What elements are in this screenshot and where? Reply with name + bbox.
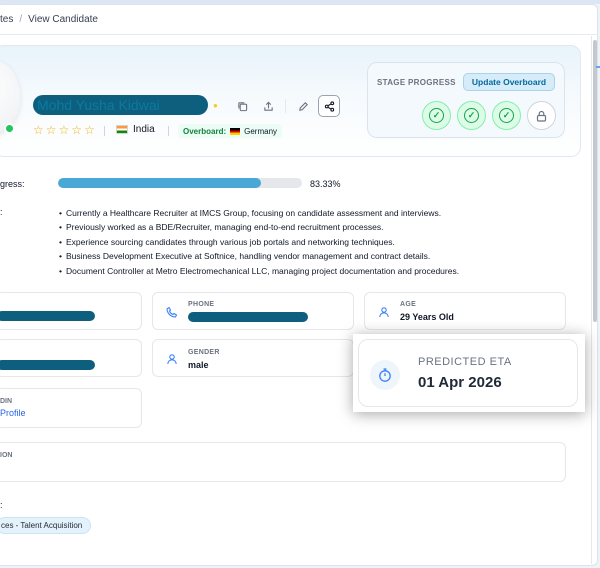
name-badge-icon: ●	[213, 101, 218, 110]
phone-label: PHONE	[188, 301, 215, 308]
person-icon	[167, 354, 177, 365]
dob-card	[0, 339, 142, 377]
breadcrumb-parent[interactable]: tes	[0, 14, 13, 25]
stage-steps: ✓ ✓ ✓	[422, 101, 556, 130]
gender-card: GENDER male	[152, 339, 354, 377]
meta-divider	[104, 126, 105, 136]
lock-icon	[536, 110, 547, 122]
profile-toolbar	[231, 95, 340, 117]
profile-progress-value: 83.33%	[310, 179, 341, 189]
summary-item: Experience sourcing candidates through v…	[59, 235, 529, 249]
stage-step-locked[interactable]	[527, 101, 556, 130]
email-card	[0, 292, 142, 330]
star-icon[interactable]: ☆	[33, 124, 44, 136]
profile-progress-label: gress:	[0, 179, 25, 189]
country-name: India	[133, 124, 155, 135]
stage-progress-card: STAGE PROGRESS Update Overboard ✓ ✓ ✓	[367, 62, 565, 138]
linkedin-label: DIN	[0, 398, 13, 405]
stage-step-completed[interactable]: ✓	[492, 101, 521, 130]
gender-label: GENDER	[188, 349, 220, 356]
phone-value-redacted	[188, 312, 308, 322]
stage-progress-label: STAGE PROGRESS	[377, 78, 456, 87]
germany-flag-icon	[230, 127, 241, 135]
linkedin-profile-link[interactable]: Profile	[0, 408, 26, 418]
stage-step-completed[interactable]: ✓	[457, 101, 486, 130]
star-icon[interactable]: ☆	[71, 124, 82, 136]
eta-label: PREDICTED ETA	[418, 356, 512, 368]
skill-tag: ces - Talent Acquisition	[0, 517, 92, 534]
check-icon: ✓	[429, 108, 444, 123]
person-icon	[379, 307, 389, 318]
share-upload-button[interactable]	[257, 95, 279, 117]
progress-fill	[58, 178, 262, 188]
check-icon: ✓	[464, 108, 479, 123]
copy-icon	[237, 101, 247, 111]
header-divider	[0, 34, 598, 35]
india-flag-icon	[116, 125, 128, 134]
overboard-badge: Overboard: Germany	[178, 124, 283, 138]
share-icon	[324, 100, 334, 112]
breadcrumb-current: View Candidate	[28, 14, 98, 25]
summary-item: Document Controller at Metro Electromech…	[59, 264, 529, 278]
location-label: ION	[0, 452, 13, 459]
phone-icon	[166, 306, 178, 318]
pencil-icon	[298, 101, 308, 111]
skills-label: :	[0, 500, 3, 510]
candidate-name: Mohd Yusha Kidwai	[33, 95, 208, 115]
upload-icon	[263, 101, 273, 111]
rail-indicator	[596, 66, 600, 68]
breadcrumb-separator: /	[19, 14, 23, 25]
summary-item: Previously worked as a BDE/Recruiter, ma…	[59, 220, 529, 234]
summary-label: :	[0, 207, 3, 217]
online-status-dot	[4, 123, 15, 134]
edit-button[interactable]	[292, 95, 314, 117]
star-icon[interactable]: ☆	[59, 124, 70, 136]
dob-value-redacted	[0, 360, 95, 370]
toolbar-divider	[285, 99, 286, 113]
update-overboard-button[interactable]: Update Overboard	[463, 73, 555, 91]
email-value-redacted	[0, 311, 95, 321]
summary-list: Currently a Healthcare Recruiter at IMCS…	[59, 206, 529, 278]
check-icon: ✓	[499, 108, 514, 123]
profile-progress-bar	[58, 178, 302, 188]
phone-card: PHONE	[152, 292, 354, 330]
breadcrumb: tes / View Candidate	[0, 14, 98, 25]
star-icon[interactable]: ☆	[46, 124, 57, 136]
meta-divider	[168, 126, 169, 136]
overboard-label: Overboard:	[183, 126, 227, 136]
predicted-eta-card: PREDICTED ETA 01 Apr 2026	[358, 339, 578, 407]
age-label: AGE	[400, 301, 417, 308]
share-button[interactable]	[318, 95, 340, 117]
age-card: AGE 29 Years Old	[364, 292, 566, 330]
summary-item: Business Development Executive at Softni…	[59, 249, 529, 263]
age-value: 29 Years Old	[400, 312, 454, 322]
eta-icon-wrap	[370, 360, 400, 390]
summary-item: Currently a Healthcare Recruiter at IMCS…	[59, 206, 529, 220]
eta-value: 01 Apr 2026	[418, 374, 502, 391]
star-icon[interactable]: ☆	[84, 124, 95, 136]
country: India	[116, 124, 155, 135]
overboard-country: Germany	[244, 126, 278, 136]
right-rail	[591, 36, 592, 564]
copy-button[interactable]	[231, 95, 253, 117]
gender-value: male	[188, 360, 209, 370]
scrollbar[interactable]	[593, 40, 597, 322]
stage-step-completed[interactable]: ✓	[422, 101, 451, 130]
stopwatch-icon	[379, 368, 391, 382]
location-card	[0, 442, 566, 482]
rating-stars[interactable]: ☆ ☆ ☆ ☆ ☆	[33, 124, 95, 136]
